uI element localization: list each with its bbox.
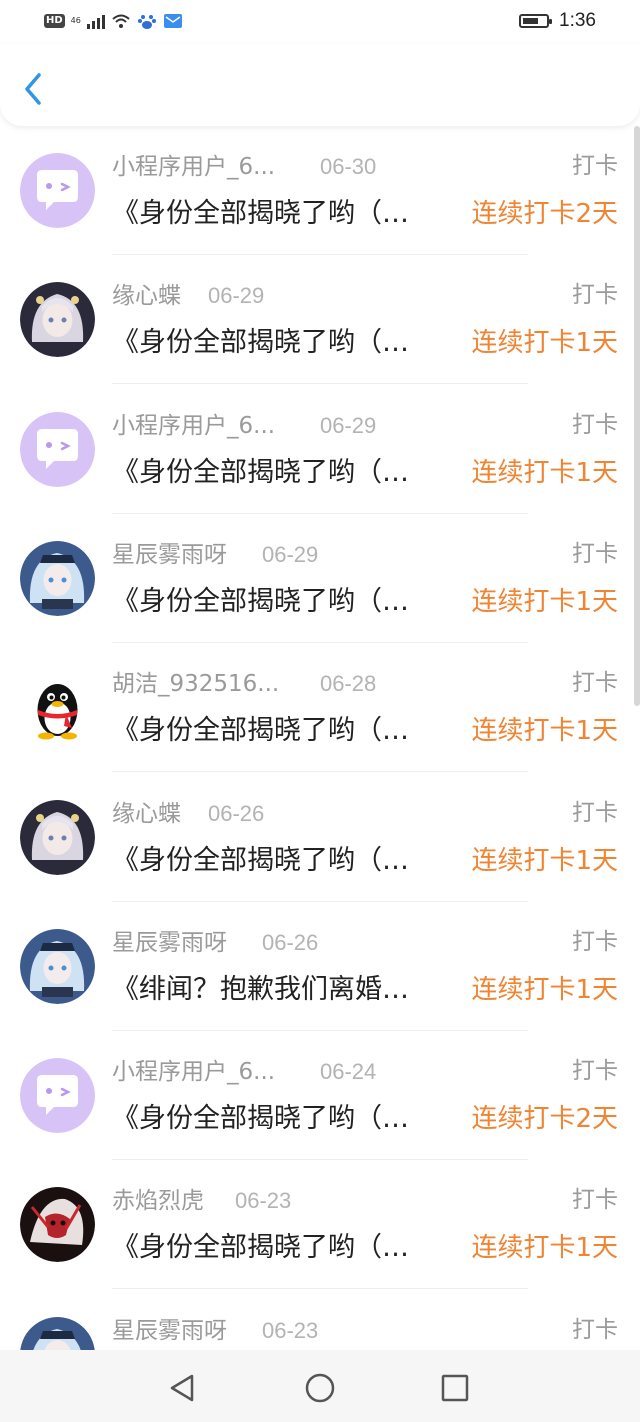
scrollbar[interactable]: [634, 126, 640, 706]
avatar[interactable]: [20, 1316, 95, 1350]
checkin-date: 06-26: [208, 800, 265, 826]
checkin-date: 06-24: [320, 1059, 377, 1085]
recents-square-icon[interactable]: [437, 1370, 473, 1406]
user-name: 缘心蝶: [112, 283, 181, 310]
streak-label: 连续打卡1天: [471, 845, 618, 876]
checkin-date: 06-23: [235, 1188, 292, 1214]
record-type: 打卡: [572, 670, 618, 697]
list-item[interactable]: 星辰雾雨呀 06-23 打卡: [0, 1290, 640, 1350]
status-bar: HD 46 1:36: [0, 0, 640, 44]
checkin-list[interactable]: 小程序用户_6... 06-30 打卡 《身份全部揭晓了哟（… 连续打卡2天 缘心蝶 06-…: [0, 126, 640, 1350]
checkin-date: 06-29: [208, 283, 265, 309]
system-nav-bar: [0, 1350, 640, 1422]
avatar[interactable]: [20, 799, 95, 875]
clock: 1:36: [559, 10, 596, 31]
battery-icon: [519, 14, 553, 28]
record-type: 打卡: [572, 540, 618, 567]
record-type: 打卡: [572, 799, 618, 826]
avatar[interactable]: [20, 1187, 95, 1263]
book-title[interactable]: 《身份全部揭晓了哟（…: [112, 455, 446, 491]
back-triangle-icon[interactable]: [164, 1370, 200, 1406]
avatar[interactable]: [20, 928, 95, 1004]
list-item[interactable]: 赤焰烈虎 06-23 打卡 《身份全部揭晓了哟（… 连续打卡1天: [0, 1160, 640, 1290]
checkin-date: 06-29: [262, 541, 319, 567]
book-title[interactable]: 《身份全部揭晓了哟（…: [112, 1101, 446, 1137]
book-title[interactable]: 《身份全部揭晓了哟（…: [112, 325, 446, 361]
list-item[interactable]: 星辰雾雨呀 06-26 打卡 《绯闻？抱歉我们离婚… 连续打卡1天: [0, 902, 640, 1031]
avatar[interactable]: [20, 153, 95, 228]
checkin-date: 06-26: [262, 929, 319, 955]
avatar[interactable]: [20, 1058, 95, 1134]
wifi-icon: [112, 14, 130, 28]
streak-label: 连续打卡2天: [471, 1104, 618, 1135]
book-title[interactable]: 《身份全部揭晓了哟（…: [112, 196, 446, 232]
list-item[interactable]: 缘心蝶 06-29 打卡《身份全部揭晓了哟（… 连续打卡1天: [0, 255, 640, 385]
header: [0, 44, 640, 126]
signal-icon: [86, 13, 105, 29]
record-type: 打卡: [572, 411, 618, 438]
record-type: 打卡: [572, 928, 618, 955]
user-name: 小程序用户_6...: [112, 154, 276, 180]
streak-label: 连续打卡1天: [471, 586, 618, 617]
avatar[interactable]: [20, 540, 95, 616]
book-title[interactable]: 《身份全部揭晓了哟（…: [112, 843, 446, 879]
streak-label: 连续打卡1天: [471, 328, 618, 359]
network-type-icon: 46: [70, 16, 81, 25]
book-title[interactable]: 《绯闻？抱歉我们离婚…: [112, 972, 446, 1008]
avatar[interactable]: [20, 411, 95, 487]
checkin-date: 06-23: [262, 1317, 319, 1343]
user-name: 缘心蝶: [112, 800, 181, 827]
streak-label: 连续打卡1天: [471, 457, 618, 488]
chevron-left-icon[interactable]: [22, 72, 46, 106]
baidu-icon: [137, 15, 156, 29]
checkin-date: 06-28: [320, 671, 377, 697]
record-type: 打卡: [572, 1058, 618, 1085]
status-right: 1:36: [519, 10, 596, 32]
user-name: 小程序用户_6...: [112, 1059, 276, 1086]
book-title[interactable]: 《身份全部揭晓了哟（…: [112, 713, 446, 749]
list-item[interactable]: 小程序用户_6... 06-30 打卡《身份全部揭晓了哟（… 连续打卡2天: [0, 126, 640, 255]
record-type: 打卡: [572, 1316, 618, 1343]
checkin-date: 06-30: [320, 154, 377, 179]
list-item[interactable]: 星辰雾雨呀 06-29 打卡 《身份全部揭晓了哟（… 连续打卡1天: [0, 514, 640, 643]
record-type: 打卡: [572, 153, 618, 179]
avatar[interactable]: [20, 670, 95, 746]
book-title[interactable]: 《身份全部揭晓了哟（…: [112, 584, 446, 620]
list-item[interactable]: 小程序用户_6... 06-29 打卡《身份全部揭晓了哟（… 连续打卡1天: [0, 385, 640, 514]
list-item[interactable]: 小程序用户_6... 06-24 打卡《身份全部揭晓了哟（… 连续打卡2天: [0, 1031, 640, 1161]
user-name: 小程序用户_6...: [112, 412, 276, 439]
streak-label: 连续打卡2天: [471, 199, 618, 229]
streak-label: 连续打卡1天: [471, 716, 618, 747]
avatar[interactable]: [20, 282, 95, 358]
list-item[interactable]: 缘心蝶 06-26 打卡《身份全部揭晓了哟（… 连续打卡1天: [0, 773, 640, 902]
streak-label: 连续打卡1天: [471, 974, 618, 1005]
hd-icon: HD: [44, 14, 65, 28]
list-item[interactable]: 胡洁_932516... 06-28 打卡《身份全部揭晓了哟（… 连续打卡1天: [0, 643, 640, 773]
record-type: 打卡: [572, 282, 618, 309]
streak-label: 连续打卡1天: [471, 1233, 618, 1264]
mail-icon: [163, 14, 182, 28]
checkin-date: 06-29: [320, 412, 377, 438]
user-name: 胡洁_932516...: [112, 671, 280, 698]
battery-level: [523, 18, 539, 24]
record-type: 打卡: [572, 1187, 618, 1214]
book-title[interactable]: 《身份全部揭晓了哟（…: [112, 1230, 446, 1266]
status-left: HD 46: [44, 12, 183, 30]
home-circle-icon[interactable]: [302, 1370, 338, 1406]
